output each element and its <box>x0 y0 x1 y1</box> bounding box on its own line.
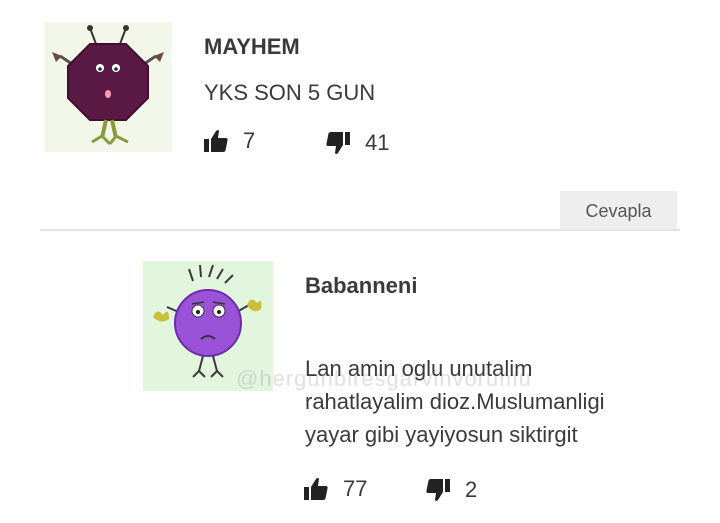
like-count: 7 <box>243 128 256 153</box>
reply-text-line: Lan amin oglu unutalim <box>305 356 533 381</box>
divider <box>40 229 680 231</box>
dislike-count: 41 <box>365 130 390 155</box>
thumbs-up-icon <box>204 130 228 152</box>
reply-text-line: yayar gibi yayiyosun siktirgit <box>305 422 578 447</box>
thumbs-down-icon <box>426 479 450 501</box>
dislike-button[interactable]: 41 <box>325 130 389 156</box>
comment-username[interactable]: MAYHEM <box>204 34 300 60</box>
comment-avatar[interactable] <box>44 22 172 152</box>
reply-text: Lan amin oglu unutalim rahatlayalim dioz… <box>305 352 605 451</box>
thumbs-down-icon <box>326 132 350 154</box>
reply-text-line: rahatlayalim dioz.Muslumanligi <box>305 389 605 414</box>
like-count: 77 <box>343 476 368 501</box>
like-button[interactable]: 7 <box>203 128 255 154</box>
reply-button[interactable]: Cevapla <box>560 191 677 231</box>
comment-text: YKS SON 5 GUN <box>204 80 376 105</box>
like-button[interactable]: 77 <box>303 476 367 502</box>
reply-username[interactable]: Babanneni <box>305 273 417 299</box>
dislike-button[interactable]: 2 <box>425 477 477 503</box>
thumbs-up-icon <box>304 478 328 500</box>
dislike-count: 2 <box>465 477 478 502</box>
purple-octagon-monster-avatar-icon <box>44 22 172 152</box>
